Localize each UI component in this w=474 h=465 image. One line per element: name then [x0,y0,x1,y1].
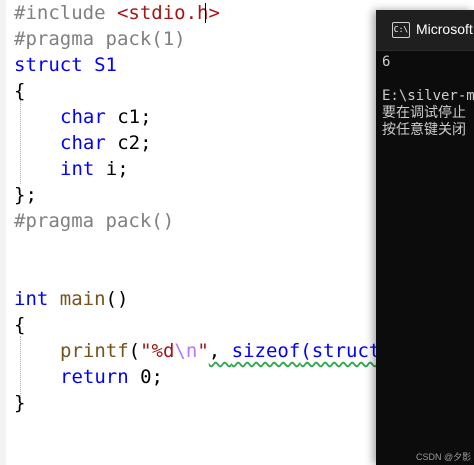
member-i: i; [105,158,129,180]
type-char: char [60,132,106,154]
code-line-13[interactable]: return 0; [60,364,163,390]
code-line-3[interactable]: struct S1 [14,52,117,78]
code-line-6[interactable]: char c2; [60,130,152,156]
struct-name: S1 [94,54,117,76]
include-directive: #include [14,2,106,24]
return-type-int: int [14,288,49,310]
code-line-7[interactable]: int i; [60,156,129,182]
code-line-8[interactable]: }; [14,182,37,208]
function-printf: printf [60,340,129,362]
escape-newline: \n [174,340,198,362]
struct-keyword: struct [14,54,83,76]
statement-end: ; [151,366,163,388]
debug-console-window[interactable]: C:\ Microsoft V 6 E:\silver-m 要在调试停止 按任意… [376,10,474,465]
sizeof-argument: (struct [300,340,381,362]
member-c2: c2; [117,132,152,154]
console-output-line-1: 6 [382,54,391,70]
code-line-2[interactable]: #pragma pack(1) [14,26,186,52]
text-cursor [205,3,206,23]
indent-guide-struct [20,100,21,184]
sizeof-keyword: sizeof [231,340,301,362]
argument-separator: , [208,340,232,362]
return-value: 0 [140,366,152,388]
console-output-line-5: 按任意键关闭 [382,122,466,138]
console-output-line-3: E:\silver-m [382,88,474,104]
csdn-watermark: CSDN @夕影 [416,452,472,462]
console-title: Microsoft V [416,21,474,37]
warning-squiggle: , sizeof(struct [209,340,381,362]
code-line-9[interactable]: #pragma pack() [14,208,174,234]
member-c1: c1; [117,106,152,128]
console-title-bar[interactable]: C:\ Microsoft V [376,10,474,51]
format-string-end: " [197,340,209,362]
code-line-5[interactable]: char c1; [60,104,152,130]
code-line-1[interactable]: #include <stdio.h> [14,0,220,26]
code-line-11[interactable]: { [14,312,25,338]
code-line-14[interactable]: } [14,390,25,416]
main-parens: () [105,288,129,310]
type-int: int [60,158,95,180]
code-line-10[interactable]: int main() [14,286,128,312]
return-keyword: return [60,366,129,388]
code-line-12[interactable]: printf("%d\n", sizeof(struct [60,338,380,364]
format-string: "%d [140,340,175,362]
function-main: main [59,288,106,310]
type-char: char [60,106,106,128]
printf-open-paren: ( [128,340,141,362]
terminal-icon: C:\ [392,22,410,38]
editor-gutter [0,0,6,465]
console-output-line-4: 要在调试停止 [382,105,466,121]
